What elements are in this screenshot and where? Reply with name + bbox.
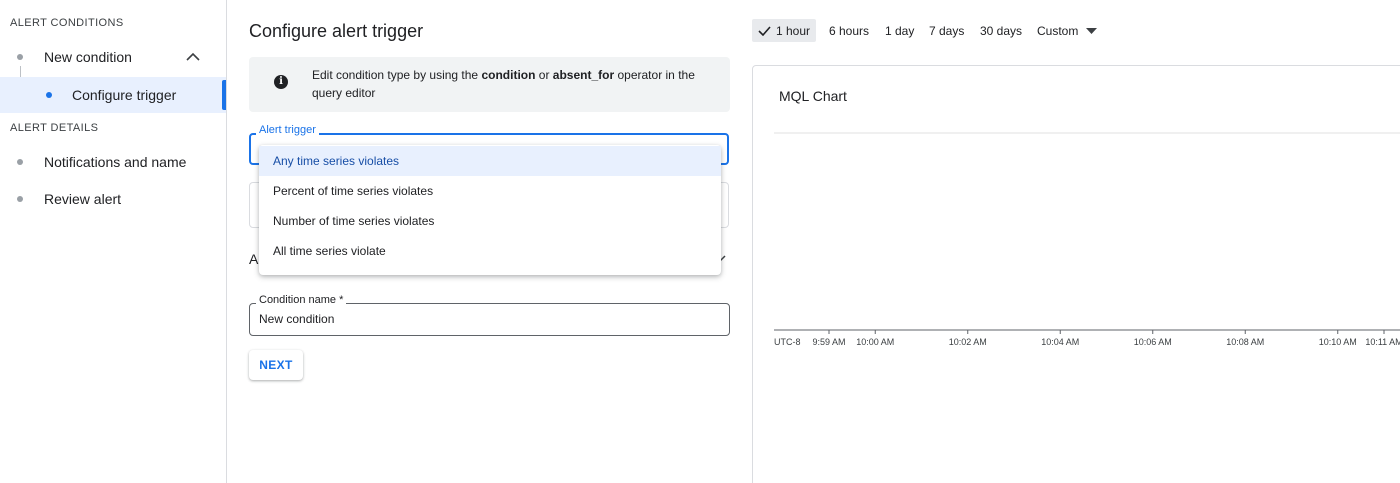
time-range-30-days[interactable]: 30 days (980, 19, 1022, 42)
chart-tick-label: 10:00 AM (856, 337, 894, 347)
chart-tick-label: 10:08 AM (1226, 337, 1264, 347)
sidebar: ALERT CONDITIONS New condition Configure… (0, 0, 227, 483)
chart-tick-label: 10:10 AM (1319, 337, 1357, 347)
sidebar-item-notifications[interactable]: Notifications and name (0, 144, 226, 180)
info-banner: i Edit condition type by using the condi… (249, 57, 730, 112)
chart-x-ticks: 9:59 AM 10:00 AM 10:02 AM 10:04 AM 10:06 AM 1… (812, 330, 1400, 347)
alert-trigger-dropdown: Any time series violates Percent of time… (259, 145, 721, 275)
bullet-icon (46, 92, 52, 98)
sidebar-item-label: Notifications and name (44, 154, 187, 170)
bullet-icon (17, 196, 23, 202)
time-range-label: 1 hour (776, 23, 811, 38)
option-any-time-series[interactable]: Any time series violates (259, 146, 721, 176)
page-title: Configure alert trigger (249, 21, 424, 41)
condition-name-input[interactable]: New condition (249, 303, 730, 336)
info-keyword-condition: condition (481, 68, 536, 82)
time-range-1-hour[interactable]: 1 hour (752, 19, 817, 42)
info-text-part: or (535, 68, 553, 82)
chart-tick-label: 10:06 AM (1134, 337, 1172, 347)
option-percent-time-series[interactable]: Percent of time series violates (259, 176, 721, 206)
active-indicator (222, 80, 226, 110)
chevron-up-icon[interactable] (186, 52, 200, 62)
chart-tick-label: 10:04 AM (1041, 337, 1079, 347)
alert-conditions-heading: ALERT CONDITIONS (10, 17, 124, 29)
info-keyword-absent-for: absent_for (552, 68, 615, 82)
chart-tick-label: 10:11 AM (1365, 337, 1400, 347)
info-text: Edit condition type by using the conditi… (312, 66, 712, 102)
time-range-1-day[interactable]: 1 day (885, 19, 914, 42)
info-icon: i (274, 75, 288, 89)
timezone-label: UTC-8 (774, 337, 801, 347)
time-range-6-hours[interactable]: 6 hours (829, 19, 869, 42)
next-button[interactable]: NEXT (249, 350, 303, 380)
time-range-label: Custom (1037, 23, 1079, 38)
bullet-icon (17, 159, 23, 165)
option-number-time-series[interactable]: Number of time series violates (259, 206, 721, 236)
caret-down-icon (1086, 27, 1098, 34)
alert-trigger-label: Alert trigger (256, 124, 319, 136)
sidebar-item-label: Configure trigger (72, 87, 177, 103)
sidebar-item-label: Review alert (44, 191, 122, 207)
obscured-label: A (249, 251, 259, 267)
time-range-custom[interactable]: Custom (1037, 19, 1098, 42)
mql-chart[interactable]: 9:59 AM 10:00 AM 10:02 AM 10:04 AM 10:06 AM 1… (752, 110, 1400, 350)
chart-tick-label: 9:59 AM (812, 337, 845, 347)
option-all-time-series[interactable]: All time series violate (259, 236, 721, 266)
bullet-icon (17, 54, 23, 60)
sidebar-item-configure-trigger[interactable]: Configure trigger (0, 77, 226, 113)
condition-name-label: Condition name * (256, 294, 347, 306)
chart-title: MQL Chart (779, 88, 847, 104)
alert-details-heading: ALERT DETAILS (10, 122, 99, 134)
info-text-part: Edit condition type by using the (312, 68, 482, 82)
time-range-7-days[interactable]: 7 days (929, 19, 964, 42)
sidebar-item-review-alert[interactable]: Review alert (0, 181, 226, 217)
chart-tick-label: 10:02 AM (949, 337, 987, 347)
check-icon (758, 25, 771, 36)
sidebar-item-label: New condition (44, 49, 132, 65)
